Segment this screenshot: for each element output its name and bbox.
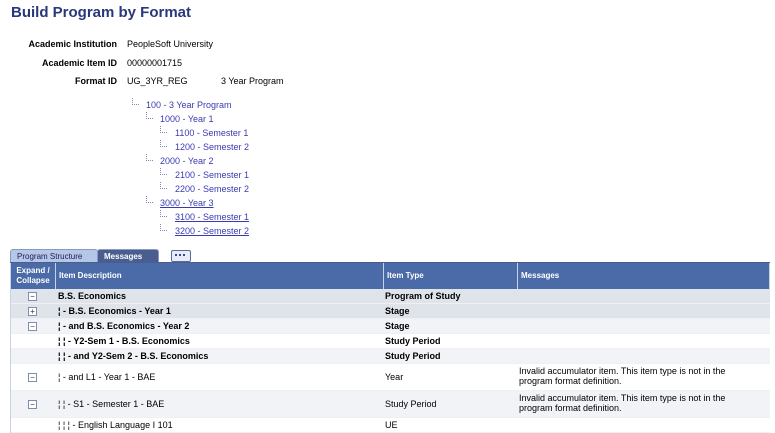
tree-node-root[interactable]: 100 - 3 Year Program <box>146 100 232 110</box>
item-description: ¦ - and B.S. Economics - Year 2 <box>58 321 190 331</box>
expand-icon[interactable]: + <box>28 307 37 316</box>
tree-node-y1s1[interactable]: 1100 - Semester 1 <box>175 128 248 138</box>
tree-connector <box>160 210 167 217</box>
tree-connector <box>146 154 153 161</box>
tree-connector <box>146 112 153 119</box>
tree-node-y1s2[interactable]: 1200 - Semester 2 <box>175 142 249 152</box>
table-row: ¦ ¦ ¦ - English Language I 101 UE <box>11 418 770 433</box>
item-description: ¦ ¦ - and Y2-Sem 2 - B.S. Economics <box>58 351 209 361</box>
table-row: − ¦ - and L1 - Year 1 - BAE Year Invalid… <box>11 364 770 391</box>
header-item-description: Item Description <box>56 263 384 289</box>
item-type: Study Period <box>385 399 437 409</box>
item-type: Study Period <box>385 351 441 361</box>
tree-connector <box>160 168 167 175</box>
table-row: ¦ ¦ - Y2-Sem 1 - B.S. Economics Study Pe… <box>11 334 770 349</box>
tree-node-y2s2[interactable]: 2200 - Semester 2 <box>175 184 249 194</box>
item-description: ¦ - and L1 - Year 1 - BAE <box>58 372 156 382</box>
tree-node-year1[interactable]: 1000 - Year 1 <box>160 114 214 124</box>
tree-connector <box>146 196 153 203</box>
tab-messages[interactable]: Messages <box>97 249 159 263</box>
item-description: ¦ ¦ - Y2-Sem 1 - B.S. Economics <box>58 336 190 346</box>
header-item-type: Item Type <box>384 263 518 289</box>
tree-connector <box>160 126 167 133</box>
item-description: B.S. Economics <box>58 291 127 301</box>
item-message: Invalid accumulator item. This item type… <box>519 366 726 386</box>
tree-node-y3s1[interactable]: 3100 - Semester 1 <box>175 212 249 222</box>
header-expand-collapse: Expand / Collapse <box>11 263 56 289</box>
tree-node-year2[interactable]: 2000 - Year 2 <box>160 156 214 166</box>
item-type: Stage <box>385 321 410 331</box>
collapse-icon[interactable]: − <box>28 292 37 301</box>
item-description: ¦ ¦ ¦ - English Language I 101 <box>58 420 173 430</box>
item-description: ¦ ¦ - S1 - Semester 1 - BAE <box>58 399 165 409</box>
format-id-label: Format ID <box>74 76 117 86</box>
format-description: 3 Year Program <box>221 76 284 86</box>
tree-node-y3s2[interactable]: 3200 - Semester 2 <box>175 226 249 236</box>
tree-node-year3[interactable]: 3000 - Year 3 <box>160 198 214 208</box>
table-row: + ¦ - B.S. Economics - Year 1 Stage <box>11 304 770 319</box>
header-collapse-text: Collapse <box>16 276 50 285</box>
format-id-value: UG_3YR_REG <box>127 76 188 86</box>
item-type: Year <box>385 372 404 382</box>
collapse-icon[interactable]: − <box>28 373 37 382</box>
item-type: Stage <box>385 306 410 316</box>
header-expand-text: Expand / <box>16 266 50 275</box>
table-row: − ¦ - and B.S. Economics - Year 2 Stage <box>11 319 770 334</box>
grid-view-icon[interactable] <box>171 250 191 262</box>
item-description: ¦ - B.S. Economics - Year 1 <box>58 306 171 316</box>
tree-node-y2s1[interactable]: 2100 - Semester 1 <box>175 170 249 180</box>
grid-header: Expand / Collapse Item Description Item … <box>11 263 770 289</box>
item-id-value: 00000001715 <box>127 58 183 68</box>
program-structure-grid: Expand / Collapse Item Description Item … <box>10 263 770 433</box>
tab-program-structure[interactable]: Program Structure <box>10 249 98 263</box>
item-type: Program of Study <box>385 291 461 301</box>
item-id-label: Academic Item ID <box>41 58 117 68</box>
item-type: Study Period <box>385 336 441 346</box>
item-type: UE <box>385 420 398 430</box>
collapse-icon[interactable]: − <box>28 322 37 331</box>
tree-connector <box>160 182 167 189</box>
page-title: Build Program by Format <box>11 4 192 21</box>
table-row: ¦ ¦ - and Y2-Sem 2 - B.S. Economics Stud… <box>11 349 770 364</box>
tree-connector <box>160 224 167 231</box>
institution-value: PeopleSoft University <box>127 39 214 49</box>
institution-label: Academic Institution <box>28 39 117 49</box>
tree-connector <box>160 140 167 147</box>
header-messages: Messages <box>518 263 770 289</box>
table-row: − B.S. Economics Program of Study <box>11 289 770 304</box>
item-message: Invalid accumulator item. This item type… <box>519 393 726 413</box>
table-row: − ¦ ¦ - S1 - Semester 1 - BAE Study Peri… <box>11 391 770 418</box>
collapse-icon[interactable]: − <box>28 400 37 409</box>
tree-connector <box>132 98 139 105</box>
